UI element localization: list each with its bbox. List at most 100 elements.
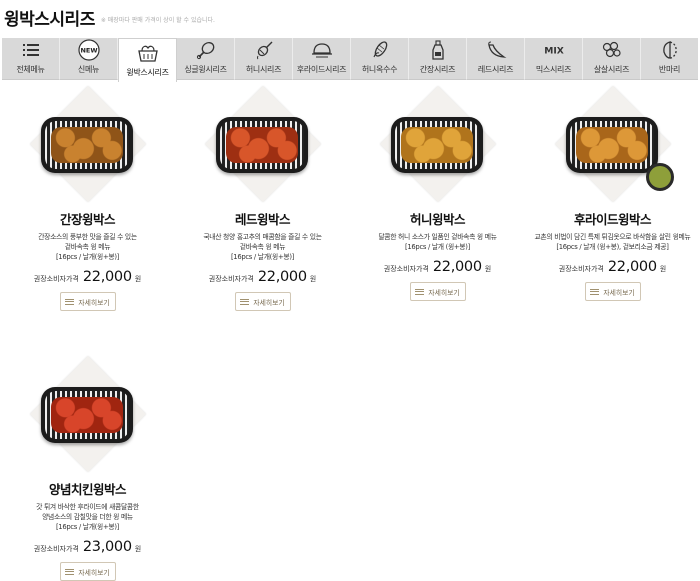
salt-dip-cup [645,163,674,191]
product-image[interactable] [29,86,146,202]
menu-lines-icon [415,288,425,295]
fried-chicken-icon [311,39,333,61]
honey-dipper-icon [253,39,275,61]
tab-label: 레드시리즈 [477,65,514,74]
boneless-chicken-icon [601,39,623,61]
detail-view-label: 자세히보기 [78,298,110,307]
price-unit: 원 [134,545,142,553]
product-card: 후라이드윙박스 교촌의 비법이 담긴 특제 튀김옷으로 바삭함을 살린 윙메뉴 [1… [525,86,700,301]
tab-label: 살살시리즈 [593,65,630,74]
tab-label: 싱글윙시리즈 [184,65,227,74]
category-tab-bar: 전체메뉴 NEW 신메뉴 윙박스시리즈 싱글윙시리즈 허니시리즈 후라이드시리즈 허니옥수수 간… [2,38,698,82]
page-header: 윙박스시리즈 ※ 매장마다 판매 가격이 상이 할 수 있습니다. [4,2,215,30]
new-badge-icon: NEW [77,39,100,61]
price-label: 권장소비자가격 [208,275,254,283]
product-card: 허니윙박스달콤한 허니 소스가 일품인 겉바속촉 윙 메뉴 [16pcs / 날개… [350,86,525,301]
description-line: [16pcs / 날개(윙+봉)] [55,253,120,261]
product-name[interactable]: 허니윙박스 [350,209,525,228]
tab-red-pepper[interactable]: 레드시리즈 [467,38,525,80]
price-unit: 원 [134,275,142,283]
price-label: 권장소비자가격 [383,265,429,273]
wing-box-icon [137,42,159,64]
product-name[interactable]: 양념치킨윙박스 [0,479,175,498]
menu-lines-icon [65,568,75,575]
tab-honey-dipper[interactable]: 허니시리즈 [235,38,293,80]
price-value: 22,000 [607,259,657,275]
detail-view-button[interactable]: 자세히보기 [59,562,116,581]
price-row: 권장소비자가격 22,000 원 [525,259,700,275]
price-value: 23,000 [82,539,132,555]
description-line: 간장소스의 풍부한 맛을 즐길 수 있는 [38,233,137,241]
soy-sauce-bottle-icon [427,39,449,61]
product-image[interactable] [379,86,496,202]
tab-wing-box[interactable]: 윙박스시리즈 [118,38,177,82]
description-line: 양념소스의 감칠맛을 더한 윙 메뉴 [42,513,133,521]
product-image[interactable] [204,86,321,202]
price-row: 권장소비자가격 22,000 원 [0,269,175,285]
price-notice: ※ 매장마다 판매 가격이 상이 할 수 있습니다. [100,17,215,24]
tab-new-badge[interactable]: NEW 신메뉴 [60,38,118,80]
product-name[interactable]: 간장윙박스 [0,209,175,228]
tab-corn[interactable]: 허니옥수수 [351,38,409,80]
corn-icon [369,39,391,61]
tab-label: 간장시리즈 [419,65,456,74]
detail-view-button[interactable]: 자세히보기 [234,292,291,311]
list-icon [20,39,42,61]
price-label: 권장소비자가격 [558,265,604,273]
half-chicken-icon [659,39,681,61]
description-line: 겉바속촉 윙 메뉴 [64,243,111,251]
product-card: 레드윙박스 국내산 청양 홍고추의 매콤함을 즐길 수 있는 겉바속촉 윙 메뉴 [1… [175,86,350,311]
tab-fried-chicken[interactable]: 후라이드시리즈 [293,38,351,80]
tab-mix-text[interactable]: MIX 믹스시리즈 [525,38,583,80]
tab-label: 전체메뉴 [16,65,45,74]
price-unit: 원 [659,265,667,273]
svg-text:NEW: NEW [80,47,97,55]
tab-boneless-chicken[interactable]: 살살시리즈 [583,38,641,80]
price-unit: 원 [484,265,492,273]
description-line: [16pcs / 날개 (윙+봉)] [405,243,470,251]
tab-label: 윙박스시리즈 [126,68,169,77]
menu-lines-icon [590,288,600,295]
product-card: 양념치킨윙박스갓 튀겨 바삭한 후라이드에 새콤달콤한양념소스의 감칠맛을 더한… [0,356,175,581]
tab-soy-sauce-bottle[interactable]: 간장시리즈 [409,38,467,80]
description-line: 달콤한 허니 소스가 일품인 겉바속촉 윙 메뉴 [378,233,497,241]
detail-view-button[interactable]: 자세히보기 [584,282,641,301]
product-image[interactable] [554,86,674,202]
description-line: [16pcs / 날개(윙+봉)] [55,523,120,531]
product-description: 국내산 청양 홍고추의 매콤함을 즐길 수 있는 겉바속촉 윙 메뉴 [16pcs … [175,232,350,262]
product-card: 간장윙박스간장소스의 풍부한 맛을 즐길 수 있는겉바속촉 윙 메뉴 [16pcs… [0,86,175,311]
price-value: 22,000 [257,269,307,285]
product-name[interactable]: 후라이드윙박스 [525,209,700,228]
description-line: 겉바속촉 윙 메뉴 [239,243,286,251]
page-title: 윙박스시리즈 [4,10,95,30]
price-label: 권장소비자가격 [33,275,79,283]
menu-lines-icon [65,298,75,305]
price-row: 권장소비자가격 22,000 원 [175,269,350,285]
detail-view-button[interactable]: 자세히보기 [409,282,466,301]
description-line: 교촌의 비법이 담긴 특제 튀김옷으로 바삭함을 살린 윙메뉴 [534,233,691,241]
tab-drumstick[interactable]: 싱글윙시리즈 [177,38,235,80]
tab-label: 허니시리즈 [245,65,282,74]
menu-lines-icon [240,298,250,305]
mix-text-icon: MIX [543,39,565,61]
product-description: 갓 튀겨 바삭한 후라이드에 새콤달콤한양념소스의 감칠맛을 더한 윙 메뉴 [1… [0,502,175,532]
tab-label: 반마리 [658,65,681,74]
tab-label: 후라이드시리즈 [296,65,347,74]
tab-label: 허니옥수수 [361,65,398,74]
description-line: 갓 튀겨 바삭한 후라이드에 새콤달콤한 [36,503,139,511]
price-row: 권장소비자가격 22,000 원 [350,259,525,275]
product-name[interactable]: 레드윙박스 [175,209,350,228]
price-label: 권장소비자가격 [33,545,79,553]
description-line: 국내산 청양 홍고추의 매콤함을 즐길 수 있는 [203,233,322,241]
price-row: 권장소비자가격 23,000 원 [0,539,175,555]
detail-view-label: 자세히보기 [428,288,460,297]
drumstick-icon [195,39,217,61]
price-value: 22,000 [432,259,482,275]
product-description: 간장소스의 풍부한 맛을 즐길 수 있는겉바속촉 윙 메뉴 [16pcs / 날개… [0,232,175,262]
tab-list[interactable]: 전체메뉴 [2,38,60,80]
tab-half-chicken[interactable]: 반마리 [641,38,698,80]
svg-text:MIX: MIX [544,46,564,57]
detail-view-button[interactable]: 자세히보기 [59,292,116,311]
product-image[interactable] [29,356,146,472]
price-unit: 원 [309,275,317,283]
